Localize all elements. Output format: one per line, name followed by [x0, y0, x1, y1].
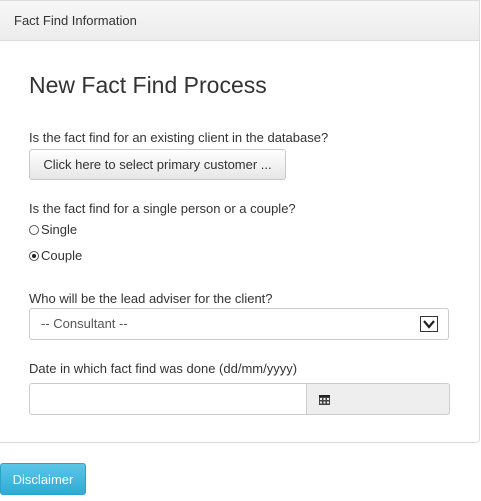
page-title: New Fact Find Process [29, 72, 267, 98]
date-done-input[interactable] [29, 383, 307, 415]
radio-couple-option[interactable]: Couple [29, 248, 82, 263]
radio-couple-label: Couple [41, 248, 83, 263]
radio-single-label: Single [41, 222, 78, 237]
person-type-question: Is the fact find for a single person or … [29, 201, 296, 216]
chevron-down-icon[interactable] [420, 316, 438, 332]
panel-heading: Fact Find Information [0, 1, 479, 41]
radio-couple[interactable] [29, 250, 39, 261]
radio-single-option[interactable]: Single [29, 222, 77, 237]
lead-adviser-question: Who will be the lead adviser for the cli… [29, 291, 273, 306]
lead-adviser-selected-value: -- Consultant -- [41, 316, 128, 331]
date-done-group [29, 383, 450, 415]
date-picker-button[interactable] [307, 383, 450, 415]
date-done-label: Date in which fact find was done (dd/mm/… [29, 361, 298, 376]
calendar-icon [319, 395, 330, 405]
fact-find-panel: Fact Find Information New Fact Find Proc… [0, 0, 480, 443]
lead-adviser-select[interactable]: -- Consultant -- [29, 308, 449, 340]
disclaimer-button[interactable]: Disclaimer [0, 463, 86, 495]
radio-single[interactable] [29, 224, 39, 235]
existing-client-question: Is the fact find for an existing client … [29, 130, 329, 145]
select-primary-customer-button[interactable]: Click here to select primary customer ..… [29, 149, 286, 180]
